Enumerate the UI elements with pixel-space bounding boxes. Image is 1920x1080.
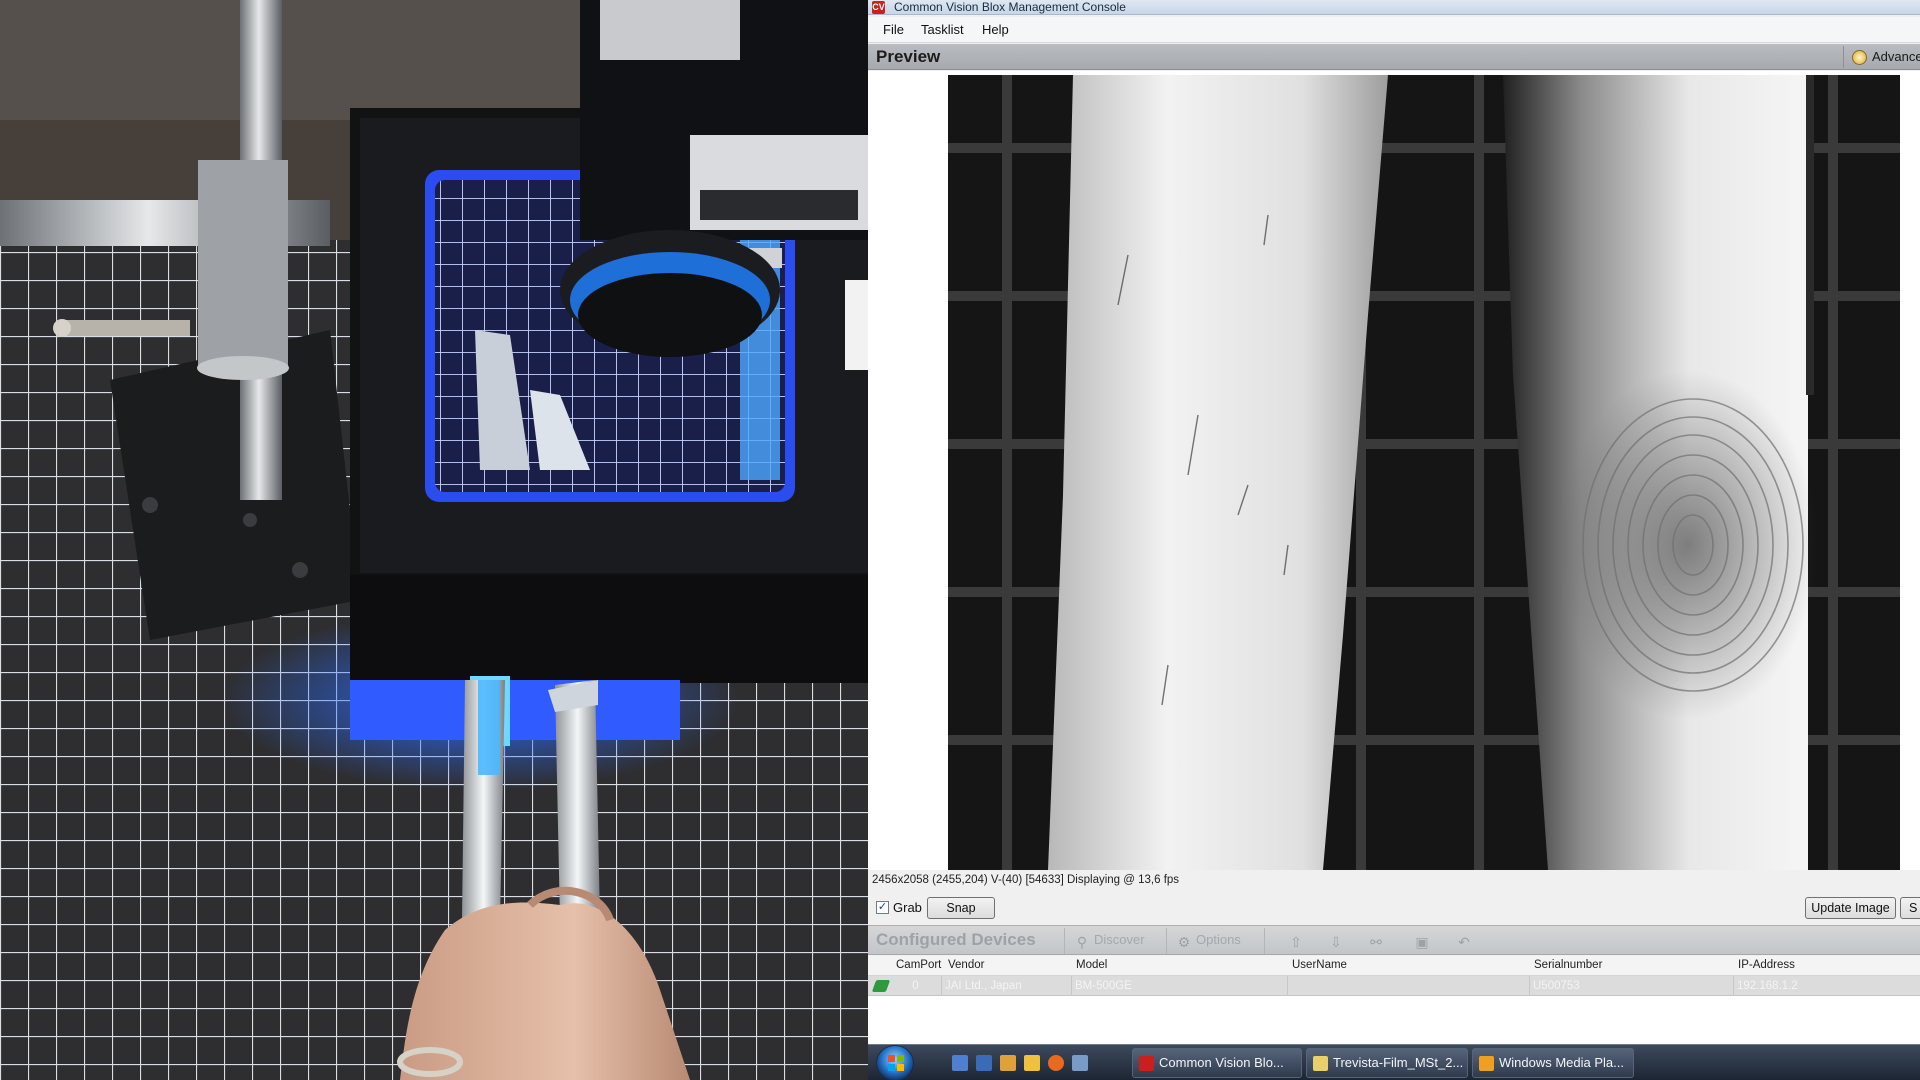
- link-button[interactable]: ⚯: [1368, 932, 1388, 950]
- camera-preview-image[interactable]: [948, 75, 1900, 870]
- taskbar-item-label: Windows Media Pla...: [1499, 1055, 1624, 1070]
- move-up-button[interactable]: ⇧: [1288, 932, 1308, 950]
- toolbar-separator: [1064, 928, 1065, 954]
- undo-icon: ↶: [1458, 934, 1470, 950]
- firefox-icon[interactable]: [1048, 1055, 1064, 1071]
- link-icon: ⚯: [1370, 934, 1382, 950]
- preview-area: [868, 71, 1920, 870]
- s-button[interactable]: S: [1900, 897, 1920, 919]
- cell-serialnumber: U500753: [1530, 976, 1734, 996]
- cell-ip-address: 192.168.1.2: [1737, 980, 1798, 992]
- camera-video-frame: [0, 0, 868, 1080]
- advanced-label: Advanced: [1872, 49, 1920, 64]
- menu-file[interactable]: File: [883, 22, 904, 37]
- explorer-icon[interactable]: [1072, 1055, 1088, 1071]
- document-icon: [1313, 1056, 1328, 1071]
- column-camport[interactable]: CamPort: [896, 959, 941, 971]
- column-serialnumber[interactable]: Serialnumber: [1534, 959, 1602, 971]
- acquisition-status-text: 2456x2058 (2455,204) V-(40) [54633] Disp…: [872, 874, 1180, 886]
- menu-tasklist[interactable]: Tasklist: [921, 22, 964, 37]
- app-logo-icon: CV: [872, 1, 885, 14]
- grab-label: Grab: [893, 900, 922, 915]
- cell-username: [1288, 976, 1530, 996]
- screen-root: CV Common Vision Blox Management Console…: [0, 0, 1920, 1080]
- update-image-button[interactable]: Update Image: [1805, 897, 1896, 919]
- taskbar-item-cvb[interactable]: Common Vision Blo...: [1132, 1048, 1302, 1078]
- column-model[interactable]: Model: [1076, 959, 1107, 971]
- taskbar-item-label: Common Vision Blo...: [1159, 1055, 1284, 1070]
- discover-icon: ⚲: [1076, 934, 1088, 950]
- show-desktop-icon[interactable]: [952, 1055, 968, 1071]
- column-username[interactable]: UserName: [1292, 959, 1347, 971]
- cell-camport: 0: [890, 976, 942, 996]
- devices-table: CamPort Vendor Model UserName Serialnumb…: [868, 956, 1920, 1044]
- workbench-scene-image: [0, 0, 868, 1080]
- options-label: Options: [1196, 932, 1241, 947]
- advanced-button[interactable]: Advanced: [1843, 46, 1920, 68]
- device-connected-icon: [871, 980, 891, 992]
- column-ip-address[interactable]: IP-Address: [1738, 959, 1795, 971]
- snap-button[interactable]: Snap: [927, 897, 995, 919]
- grab-checkbox[interactable]: ✓: [876, 901, 889, 914]
- grab-toolbar: ✓ Grab Snap Update Image S: [868, 893, 1920, 921]
- window-titlebar[interactable]: CV Common Vision Blox Management Console: [868, 0, 1920, 15]
- advanced-settings-icon: [1852, 50, 1867, 65]
- menu-help[interactable]: Help: [982, 22, 1009, 37]
- cell-model: BM-500GE: [1072, 976, 1288, 996]
- menu-bar: File Tasklist Help: [868, 17, 1920, 43]
- preview-title: Preview: [876, 47, 941, 66]
- management-console-window: CV Common Vision Blox Management Console…: [868, 0, 1920, 1080]
- save-icon: ▣: [1415, 934, 1429, 950]
- configured-devices-header: Configured Devices ⚲ Discover ⚙ Options ⇧ …: [868, 925, 1920, 955]
- taskbar: Common Vision Blo... Trevista-Film_MSt_2…: [868, 1044, 1920, 1080]
- undo-button[interactable]: ↶: [1456, 932, 1476, 950]
- move-up-icon: ⇧: [1290, 934, 1302, 950]
- taskbar-item-label: Trevista-Film_MSt_2...: [1333, 1055, 1464, 1070]
- window-title: Common Vision Blox Management Console: [894, 0, 1126, 14]
- move-down-button[interactable]: ⇩: [1328, 932, 1348, 950]
- preview-panel-header: Preview Advanced: [868, 44, 1920, 70]
- options-button[interactable]: ⚙ Options: [1176, 932, 1241, 950]
- taskbar-item-trevista[interactable]: Trevista-Film_MSt_2...: [1306, 1048, 1468, 1078]
- move-down-icon: ⇩: [1330, 934, 1342, 950]
- table-row[interactable]: 0 JAI Ltd., Japan BM-500GE U500753 192.1…: [868, 976, 1920, 996]
- switch-windows-icon[interactable]: [976, 1055, 992, 1071]
- windows-start-icon: [888, 1055, 904, 1071]
- cell-vendor: JAI Ltd., Japan: [942, 976, 1072, 996]
- column-vendor[interactable]: Vendor: [948, 959, 984, 971]
- save-button[interactable]: ▣: [1414, 932, 1434, 950]
- start-button[interactable]: [876, 1045, 914, 1080]
- discover-button[interactable]: ⚲ Discover: [1074, 932, 1145, 950]
- toolbar-separator: [1264, 928, 1265, 954]
- cvb-icon: [1139, 1056, 1154, 1071]
- toolbar-separator: [1166, 928, 1167, 954]
- options-icon: ⚙: [1177, 934, 1191, 950]
- media-icon[interactable]: [1024, 1055, 1040, 1071]
- discover-label: Discover: [1094, 932, 1145, 947]
- media-player-icon: [1479, 1056, 1494, 1071]
- configured-devices-title: Configured Devices: [876, 930, 1036, 949]
- devices-table-header: CamPort Vendor Model UserName Serialnumb…: [868, 956, 1920, 976]
- fingerprint-knife-preview: [948, 75, 1900, 870]
- taskbar-item-media-player[interactable]: Windows Media Pla...: [1472, 1048, 1634, 1078]
- folder-icon[interactable]: [1000, 1055, 1016, 1071]
